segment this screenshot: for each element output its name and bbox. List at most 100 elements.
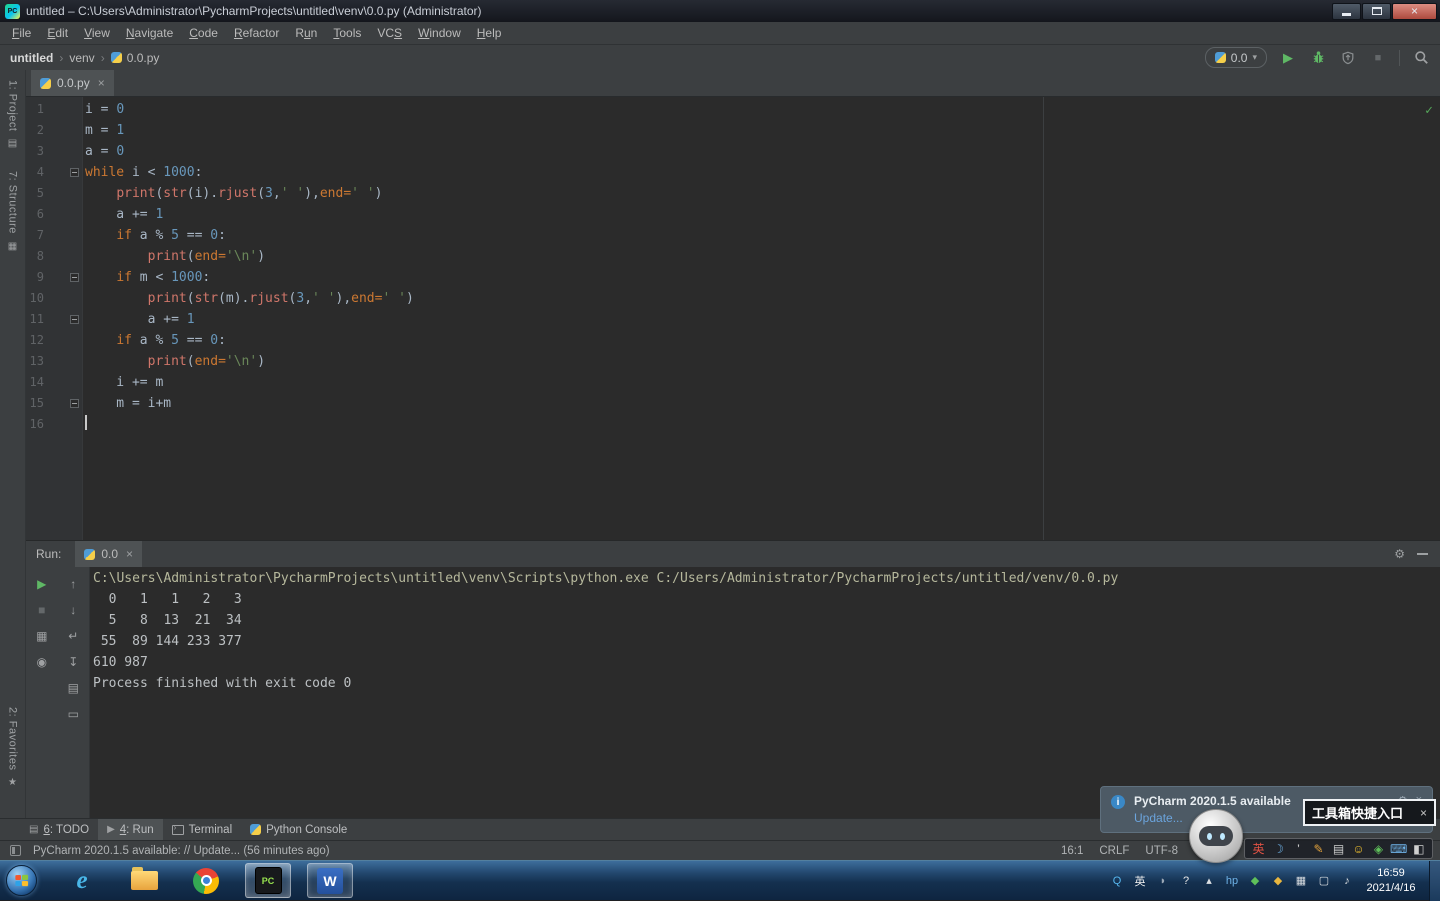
taskbar-chrome-button[interactable] (183, 863, 229, 898)
rerun-icon[interactable]: ▶ (33, 575, 50, 592)
code-line-15[interactable]: 15 m = i+m (26, 393, 1440, 414)
ime-halfmoon-icon[interactable]: ☽ (1270, 840, 1287, 857)
breadcrumb-item-venv[interactable]: venv (69, 51, 94, 65)
code-line-12[interactable]: 12 if a % 5 == 0: (26, 330, 1440, 351)
maximize-button[interactable] (1362, 2, 1391, 20)
code-line-16[interactable]: 16 (26, 414, 1440, 435)
ime-lang-tray-icon[interactable]: 英 (1132, 873, 1148, 889)
menu-edit[interactable]: Edit (39, 23, 76, 43)
tool-window-toggle-icon[interactable] (10, 845, 21, 856)
toolwindow-button-python-console[interactable]: Python Console (241, 819, 356, 840)
scroll-to-end-icon[interactable]: ↧ (65, 653, 82, 670)
down-stack-trace-icon[interactable]: ↓ (65, 601, 82, 618)
code-line-1[interactable]: 1 i = 0 (26, 99, 1440, 120)
code-editor[interactable]: 1i = 02m = 13a = 0 4 while i < 1000: 5 prin… (26, 97, 1440, 540)
menu-window[interactable]: Window (410, 23, 469, 43)
display-tray-icon[interactable]: ▢ (1316, 873, 1332, 889)
menu-view[interactable]: View (76, 23, 118, 43)
menu-code[interactable]: Code (181, 23, 226, 43)
code-line-4[interactable]: 4 while i < 1000: (26, 162, 1440, 183)
tray-yellow-icon[interactable]: ◆ (1270, 873, 1286, 889)
code-line-8[interactable]: 8 print(end='\n') (26, 246, 1440, 267)
toolwindow-button-terminal[interactable]: Terminal (163, 819, 241, 840)
close-button[interactable]: × (1392, 2, 1437, 20)
pin-icon[interactable]: ◉ (33, 653, 50, 670)
sidebar-item-2-favorites[interactable]: 2: Favorites ★ (1, 707, 25, 788)
code-line-13[interactable]: 13 print(end='\n') (26, 351, 1440, 372)
breadcrumb-item-0.0.py[interactable]: 0.0.py (110, 51, 159, 65)
ime-toolbox-icon[interactable]: ◧ (1410, 840, 1427, 857)
code-line-11[interactable]: 11 a += 1 (26, 309, 1440, 330)
file-encoding[interactable]: UTF-8 (1145, 845, 1178, 857)
ime-shield-icon[interactable]: ◈ (1370, 840, 1387, 857)
run-with-coverage-button[interactable] (1339, 49, 1357, 67)
run-config-selector[interactable]: 0.0 ▾ (1204, 47, 1267, 68)
breadcrumb-item-untitled[interactable]: untitled (10, 51, 53, 65)
inspection-ok-icon[interactable]: ✓ (1425, 100, 1433, 121)
code-line-9[interactable]: 9 if m < 1000: (26, 267, 1440, 288)
stop-button[interactable]: ■ (1369, 49, 1387, 67)
taskbar-word-button[interactable]: W (307, 863, 353, 898)
tab-close-icon[interactable]: × (98, 76, 105, 90)
menu-help[interactable]: Help (469, 23, 510, 43)
run-console[interactable]: C:\Users\Administrator\PycharmProjects\u… (90, 567, 1440, 818)
start-button[interactable] (6, 865, 37, 896)
code-line-6[interactable]: 6 a += 1 (26, 204, 1440, 225)
clear-all-icon[interactable]: ▭ (65, 705, 82, 722)
stop-icon[interactable]: ■ (33, 601, 50, 618)
ime-pen-icon[interactable]: ✎ (1310, 840, 1327, 857)
code-line-14[interactable]: 14 i += m (26, 372, 1440, 393)
code-line-7[interactable]: 7 if a % 5 == 0: (26, 225, 1440, 246)
tab-0.0.py[interactable]: 0.0.py × (31, 70, 114, 96)
taskbar-explorer-button[interactable] (121, 863, 167, 898)
ime-clipboard-icon[interactable]: ▤ (1330, 840, 1347, 857)
taskbar-pycharm-button[interactable]: PC (245, 863, 291, 898)
run-tab[interactable]: 0.0 × (75, 541, 143, 567)
ime-lang-icon[interactable]: 英 (1250, 840, 1267, 857)
settings-gear-icon[interactable]: ⚙ (1394, 547, 1405, 561)
menu-tools[interactable]: Tools (325, 23, 369, 43)
menu-refactor[interactable]: Refactor (226, 23, 287, 43)
search-everywhere-button[interactable] (1412, 49, 1430, 67)
show-desktop-button[interactable] (1429, 860, 1440, 901)
code-line-5[interactable]: 5 print(str(i).rjust(3,' '),end=' ') (26, 183, 1440, 204)
toolbox-popup-close-icon[interactable]: × (1420, 806, 1427, 820)
ime-emoji-icon[interactable]: ☺ (1350, 840, 1367, 857)
up-stack-trace-icon[interactable]: ↑ (65, 575, 82, 592)
code-line-3[interactable]: 3 a = 0 (26, 141, 1440, 162)
help-tray-icon[interactable]: ? (1178, 873, 1194, 889)
volume-tray-icon[interactable]: ♪ (1339, 873, 1355, 889)
menu-run[interactable]: Run (287, 23, 325, 43)
code-line-10[interactable]: 10 print(str(m).rjust(3,' '),end=' ') (26, 288, 1440, 309)
run-button[interactable]: ▶ (1279, 49, 1297, 67)
taskbar-clock[interactable]: 16:59 2021/4/16 (1359, 866, 1423, 895)
caret-position[interactable]: 16:1 (1061, 845, 1083, 857)
fold-marker-icon[interactable] (70, 168, 79, 177)
qq-tray-icon[interactable]: Q (1109, 873, 1125, 889)
soft-wrap-icon[interactable]: ↵ (65, 627, 82, 644)
menu-navigate[interactable]: Navigate (118, 23, 181, 43)
hidden-icons-icon[interactable]: ▴ (1201, 873, 1217, 889)
minimize-button[interactable] (1332, 2, 1361, 20)
line-separator[interactable]: CRLF (1099, 845, 1129, 857)
sidebar-item-1-project[interactable]: 1: Project ▤ (1, 80, 25, 149)
sidebar-item-7-structure[interactable]: 7: Structure ▦ (1, 171, 25, 252)
hp-tray-icon[interactable]: hp (1224, 873, 1240, 889)
code-line-2[interactable]: 2 m = 1 (26, 120, 1440, 141)
fold-marker-icon[interactable] (70, 315, 79, 324)
menu-vcs[interactable]: VCS (369, 23, 410, 43)
menu-file[interactable]: File (4, 23, 39, 43)
taskbar-ie-button[interactable]: e (59, 863, 105, 898)
fold-marker-icon[interactable] (70, 273, 79, 282)
security-tray-icon[interactable]: ◆ (1247, 873, 1263, 889)
run-tab-close-icon[interactable]: × (126, 547, 133, 561)
hide-panel-icon[interactable] (1417, 553, 1428, 555)
print-icon[interactable]: ▤ (65, 679, 82, 696)
fold-marker-icon[interactable] (70, 399, 79, 408)
ime-keyboard-icon[interactable]: ⌨ (1390, 840, 1407, 857)
restore-layout-icon[interactable]: ▦ (33, 627, 50, 644)
tray-misc-icon[interactable]: ◗ (1155, 873, 1171, 889)
toolwindow-button-6-todo[interactable]: ▤ 6: TODO (20, 819, 98, 840)
assistant-robot-widget[interactable] (1189, 809, 1243, 863)
ime-punct-icon[interactable]: ’ (1290, 840, 1307, 857)
